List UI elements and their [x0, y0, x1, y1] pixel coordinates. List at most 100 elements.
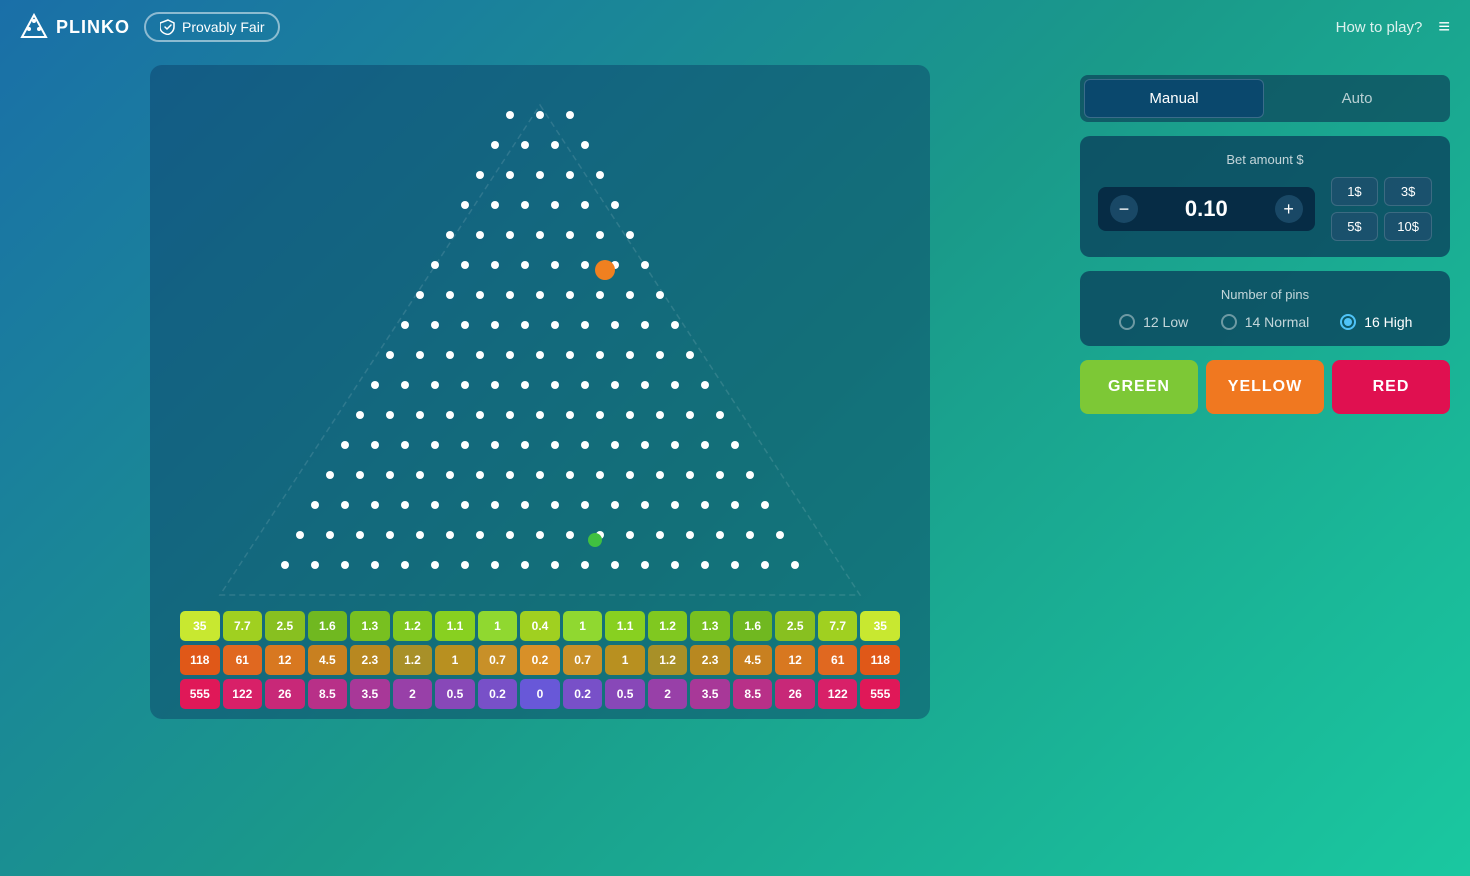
- quick-bet-3[interactable]: 3$: [1384, 177, 1432, 206]
- game-board-container: 357.72.51.61.31.21.110.411.11.21.31.62.5…: [20, 65, 1060, 866]
- bet-label: Bet amount $: [1098, 152, 1432, 167]
- mult-cell-red-14: 26: [775, 679, 815, 709]
- mult-cell-yellow-15: 61: [818, 645, 858, 675]
- radio-16high: [1340, 314, 1356, 330]
- mult-cell-green-3: 1.6: [308, 611, 348, 641]
- header-right: How to play? ≡: [1336, 16, 1450, 39]
- ball-orange: [595, 260, 615, 280]
- multiplier-row-red: 555122268.53.520.50.200.20.523.58.526122…: [180, 679, 900, 709]
- bet-increase-button[interactable]: +: [1275, 195, 1303, 223]
- mult-cell-green-5: 1.2: [393, 611, 433, 641]
- radio-12low: [1119, 314, 1135, 330]
- mult-cell-yellow-5: 1.2: [393, 645, 433, 675]
- pin-option-14normal-label: 14 Normal: [1245, 314, 1310, 330]
- mult-cell-green-16: 35: [860, 611, 900, 641]
- mult-cell-green-13: 1.6: [733, 611, 773, 641]
- mult-cell-red-1: 122: [223, 679, 263, 709]
- mult-cell-yellow-13: 4.5: [733, 645, 773, 675]
- bet-input-area: − 0.10 +: [1098, 187, 1315, 231]
- mult-cell-red-12: 3.5: [690, 679, 730, 709]
- mult-cell-yellow-16: 118: [860, 645, 900, 675]
- mult-cell-green-15: 7.7: [818, 611, 858, 641]
- multiplier-section: 357.72.51.61.31.21.110.411.11.21.31.62.5…: [180, 611, 900, 709]
- mult-cell-green-12: 1.3: [690, 611, 730, 641]
- pins-section: Number of pins 12 Low 14 Normal 16 High: [1080, 271, 1450, 346]
- mult-cell-red-13: 8.5: [733, 679, 773, 709]
- mult-cell-yellow-1: 61: [223, 645, 263, 675]
- green-button[interactable]: GREEN: [1080, 360, 1198, 414]
- mult-cell-green-9: 1: [563, 611, 603, 641]
- logo-area: PLINKO: [20, 13, 130, 41]
- provably-fair-button[interactable]: Provably Fair: [144, 12, 280, 42]
- quick-bet-5[interactable]: 5$: [1331, 212, 1379, 241]
- pins-options: 12 Low 14 Normal 16 High: [1098, 314, 1432, 330]
- menu-icon[interactable]: ≡: [1438, 16, 1450, 39]
- mult-cell-red-9: 0.2: [563, 679, 603, 709]
- radio-dot-16high: [1344, 318, 1352, 326]
- bet-controls: − 0.10 + 1$ 3$ 5$ 10$: [1098, 177, 1432, 241]
- provably-fair-label: Provably Fair: [182, 19, 264, 35]
- right-panel: Manual Auto Bet amount $ − 0.10 + 1$ 3$ …: [1080, 65, 1450, 866]
- mult-cell-yellow-11: 1.2: [648, 645, 688, 675]
- mult-cell-red-16: 555: [860, 679, 900, 709]
- pin-option-12low-label: 12 Low: [1143, 314, 1188, 330]
- yellow-button[interactable]: YELLOW: [1206, 360, 1324, 414]
- bet-decrease-button[interactable]: −: [1110, 195, 1138, 223]
- header-left: PLINKO Provably Fair: [20, 12, 280, 42]
- shield-icon: [160, 19, 176, 35]
- board-wrapper: 357.72.51.61.31.21.110.411.11.21.31.62.5…: [150, 65, 930, 719]
- mult-cell-red-8: 0: [520, 679, 560, 709]
- mult-cell-green-10: 1.1: [605, 611, 645, 641]
- multiplier-row-green: 357.72.51.61.31.21.110.411.11.21.31.62.5…: [180, 611, 900, 641]
- multiplier-row-yellow: 11861124.52.31.210.70.20.711.22.34.51261…: [180, 645, 900, 675]
- main-content: 357.72.51.61.31.21.110.411.11.21.31.62.5…: [0, 55, 1470, 876]
- pin-option-16high-label: 16 High: [1364, 314, 1412, 330]
- mult-cell-yellow-8: 0.2: [520, 645, 560, 675]
- red-button[interactable]: RED: [1332, 360, 1450, 414]
- mult-cell-red-2: 26: [265, 679, 305, 709]
- mult-cell-yellow-0: 118: [180, 645, 220, 675]
- quick-bet-10[interactable]: 10$: [1384, 212, 1432, 241]
- game-title: PLINKO: [56, 17, 130, 38]
- mult-cell-red-6: 0.5: [435, 679, 475, 709]
- mult-cell-green-8: 0.4: [520, 611, 560, 641]
- bet-value: 0.10: [1148, 196, 1265, 222]
- mult-cell-yellow-14: 12: [775, 645, 815, 675]
- mult-cell-red-11: 2: [648, 679, 688, 709]
- tab-manual[interactable]: Manual: [1084, 79, 1264, 118]
- ball-green: [588, 533, 602, 547]
- radio-14normal: [1221, 314, 1237, 330]
- mult-cell-yellow-4: 2.3: [350, 645, 390, 675]
- mult-cell-yellow-3: 4.5: [308, 645, 348, 675]
- mult-cell-green-1: 7.7: [223, 611, 263, 641]
- mult-cell-green-6: 1.1: [435, 611, 475, 641]
- color-buttons: GREEN YELLOW RED: [1080, 360, 1450, 414]
- bet-quick-buttons: 1$ 3$ 5$ 10$: [1331, 177, 1432, 241]
- mult-cell-green-4: 1.3: [350, 611, 390, 641]
- mult-cell-green-11: 1.2: [648, 611, 688, 641]
- mult-cell-green-0: 35: [180, 611, 220, 641]
- pin-option-16high[interactable]: 16 High: [1321, 314, 1432, 330]
- bet-section: Bet amount $ − 0.10 + 1$ 3$ 5$ 10$: [1080, 136, 1450, 257]
- pins-label: Number of pins: [1098, 287, 1432, 302]
- quick-bet-1[interactable]: 1$: [1331, 177, 1379, 206]
- mult-cell-yellow-12: 2.3: [690, 645, 730, 675]
- how-to-play-link[interactable]: How to play?: [1336, 19, 1423, 36]
- mult-cell-red-3: 8.5: [308, 679, 348, 709]
- mult-cell-red-15: 122: [818, 679, 858, 709]
- mult-cell-green-2: 2.5: [265, 611, 305, 641]
- mult-cell-yellow-6: 1: [435, 645, 475, 675]
- mult-cell-green-7: 1: [478, 611, 518, 641]
- mult-cell-yellow-7: 0.7: [478, 645, 518, 675]
- pin-option-14normal[interactable]: 14 Normal: [1209, 314, 1320, 330]
- tab-auto[interactable]: Auto: [1268, 79, 1446, 118]
- mult-cell-red-7: 0.2: [478, 679, 518, 709]
- mult-cell-green-14: 2.5: [775, 611, 815, 641]
- mult-cell-red-10: 0.5: [605, 679, 645, 709]
- mode-tabs: Manual Auto: [1080, 75, 1450, 122]
- mult-cell-yellow-9: 0.7: [563, 645, 603, 675]
- mult-cell-red-5: 2: [393, 679, 433, 709]
- pin-option-12low[interactable]: 12 Low: [1098, 314, 1209, 330]
- pins-area: [180, 85, 900, 605]
- mult-cell-red-0: 555: [180, 679, 220, 709]
